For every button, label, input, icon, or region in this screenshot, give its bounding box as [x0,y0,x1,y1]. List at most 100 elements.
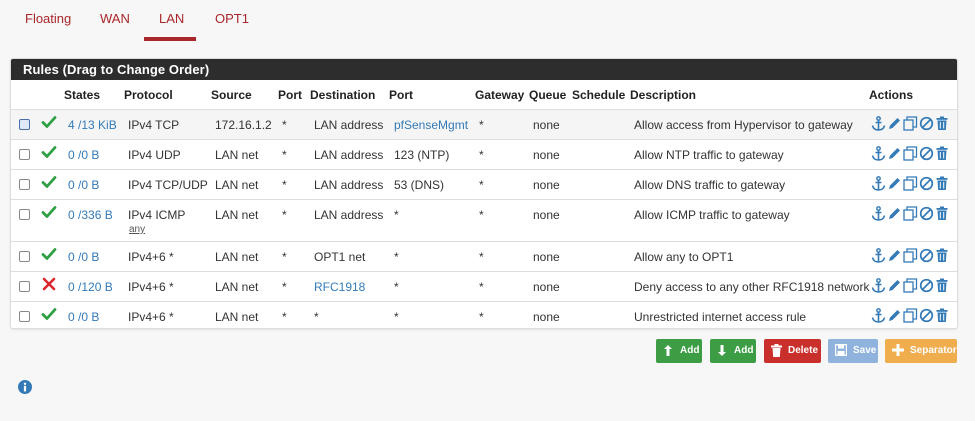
save-label: Save [853,345,877,356]
delete-button[interactable]: Delete [764,339,821,363]
copy-icon[interactable] [903,116,918,131]
copy-icon[interactable] [903,278,918,293]
copy-icon[interactable] [903,206,918,221]
copy-icon[interactable] [903,146,918,161]
row-actions [871,308,955,324]
cell-source: LAN net [215,208,259,222]
table-row[interactable]: 0 /120 B IPv4+6 * LAN net * RFC1918 * * none Den… [11,272,957,302]
separator-button[interactable]: Separator [885,339,957,363]
pencil-icon[interactable] [887,176,902,191]
cell-queue: none [533,118,560,132]
add-bottom-label: Add [734,345,754,356]
check-icon[interactable] [41,114,57,130]
row-select-checkbox[interactable] [19,251,30,262]
plus-icon [892,344,904,356]
anchor-icon[interactable] [871,308,886,323]
disable-icon[interactable] [919,146,934,161]
anchor-icon[interactable] [871,176,886,191]
table-row[interactable]: 0 /0 B IPv4 UDP LAN net * LAN address 123 (NT… [11,140,957,170]
table-row[interactable]: 0 /0 B IPv4+6 * LAN net * * * * none Unrestricte… [11,302,957,328]
disable-icon[interactable] [919,308,934,323]
trash-icon[interactable] [935,176,950,191]
cell-description: Allow access from Hypervisor to gateway [634,118,853,132]
check-icon[interactable] [41,144,57,160]
cell-states[interactable]: 0 /0 B [68,250,99,264]
col-destination: Destination [310,88,376,102]
disable-icon[interactable] [919,176,934,191]
row-select-checkbox[interactable] [19,149,30,160]
row-select-checkbox[interactable] [19,119,30,130]
tab-wan[interactable]: WAN [100,11,130,26]
info-icon[interactable] [18,380,32,394]
cell-states[interactable]: 0 /120 B [68,280,113,294]
save-button[interactable]: Save [828,339,878,363]
cell-destination[interactable]: RFC1918 [314,280,365,294]
cell-port: * [282,250,287,264]
cell-states[interactable]: 0 /0 B [68,310,99,324]
cell-port: * [282,148,287,162]
cell-states[interactable]: 0 /0 B [68,178,99,192]
row-actions [871,146,955,162]
disable-icon[interactable] [919,278,934,293]
table-header: States Protocol Source Port Destination … [11,80,957,110]
check-icon[interactable] [41,306,57,322]
pencil-icon[interactable] [887,308,902,323]
check-icon[interactable] [41,204,57,220]
cell-description: Allow NTP traffic to gateway [634,148,784,162]
cell-gateway: * [479,148,484,162]
trash-icon[interactable] [935,278,950,293]
icmp-subtype[interactable]: any [129,224,145,235]
cell-dest-port[interactable]: pfSenseMgmt [394,118,468,132]
disable-icon[interactable] [919,116,934,131]
tab-floating[interactable]: Floating [25,11,71,26]
row-select-checkbox[interactable] [19,209,30,220]
table-row[interactable]: 0 /0 B IPv4+6 * LAN net * OPT1 net * * none Allo… [11,242,957,272]
anchor-icon[interactable] [871,116,886,131]
copy-icon[interactable] [903,176,918,191]
anchor-icon[interactable] [871,206,886,221]
pencil-icon[interactable] [887,116,902,131]
cell-states[interactable]: 0 /336 B [68,208,113,222]
cell-gateway: * [479,250,484,264]
row-select-checkbox[interactable] [19,179,30,190]
trash-icon[interactable] [935,206,950,221]
row-select-checkbox[interactable] [19,281,30,292]
x-icon[interactable] [41,276,57,292]
anchor-icon[interactable] [871,146,886,161]
col-protocol: Protocol [124,88,173,102]
col-dest-port: Port [389,88,413,102]
table-row[interactable]: 0 /336 B IPv4 ICMP LAN net * LAN address * * no… [11,200,957,242]
copy-icon[interactable] [903,248,918,263]
cell-protocol: IPv4 TCP/UDP [128,178,208,192]
check-icon[interactable] [41,246,57,262]
row-select-checkbox[interactable] [19,311,30,322]
trash-icon[interactable] [935,248,950,263]
tab-lan[interactable]: LAN [159,11,184,26]
tab-opt1[interactable]: OPT1 [215,11,249,26]
cell-states[interactable]: 0 /0 B [68,148,99,162]
pencil-icon[interactable] [887,206,902,221]
cell-description: Allow any to OPT1 [634,250,734,264]
disable-icon[interactable] [919,248,934,263]
disable-icon[interactable] [919,206,934,221]
table-row[interactable]: 0 /0 B IPv4 TCP/UDP LAN net * LAN address 53 … [11,170,957,200]
pencil-icon[interactable] [887,248,902,263]
cell-states[interactable]: 4 /13 KiB [68,118,117,132]
row-actions [871,116,955,132]
copy-icon[interactable] [903,308,918,323]
trash-icon[interactable] [935,308,950,323]
trash-icon[interactable] [935,146,950,161]
anchor-icon[interactable] [871,278,886,293]
cell-description: Unrestricted internet access rule [634,310,807,324]
add-bottom-button[interactable]: Add [710,339,756,363]
anchor-icon[interactable] [871,248,886,263]
table-row[interactable]: 4 /13 KiB IPv4 TCP 172.16.1.2 * LAN address p… [11,110,957,140]
check-icon[interactable] [41,174,57,190]
cell-source: LAN net [215,250,259,264]
pencil-icon[interactable] [887,146,902,161]
trash-icon[interactable] [935,116,950,131]
add-top-button[interactable]: Add [656,339,702,363]
arrow-up-icon [664,345,672,356]
pencil-icon[interactable] [887,278,902,293]
cell-protocol: IPv4 TCP [128,118,180,132]
